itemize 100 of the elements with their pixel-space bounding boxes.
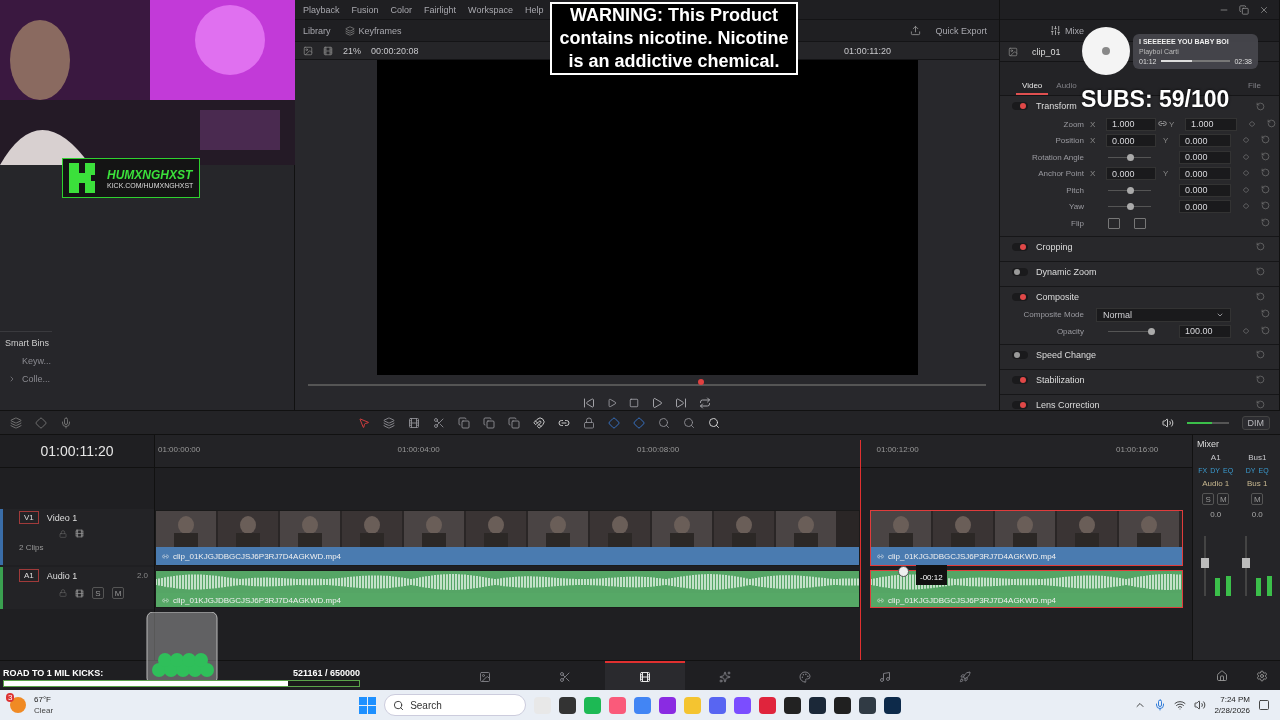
- keyframe-icon[interactable]: [1243, 186, 1249, 193]
- value-field[interactable]: 0.000: [1179, 167, 1231, 181]
- volume-icon[interactable]: [1194, 699, 1207, 711]
- lock-icon[interactable]: [583, 416, 595, 429]
- inspector-tab[interactable]: Audio: [1050, 81, 1083, 95]
- section-toggle[interactable]: [1012, 350, 1028, 359]
- start-icon[interactable]: [359, 696, 377, 714]
- keyframe-icon[interactable]: [1249, 120, 1255, 127]
- app-icon[interactable]: [834, 696, 852, 714]
- value-field[interactable]: 0.000: [1106, 134, 1156, 148]
- fairlight-page-icon[interactable]: [879, 670, 891, 683]
- value-field[interactable]: 0.000: [1179, 134, 1231, 148]
- track-toggle[interactable]: S: [92, 587, 104, 599]
- mic-icon[interactable]: [1154, 699, 1167, 711]
- reset-icon[interactable]: [1256, 242, 1265, 251]
- reset-icon[interactable]: [1256, 350, 1265, 359]
- app-icon[interactable]: [559, 696, 577, 714]
- fader-icon[interactable]: [1242, 536, 1251, 596]
- value-field[interactable]: 1.000: [1106, 117, 1156, 131]
- keyframe-icon[interactable]: [1243, 137, 1249, 144]
- reset-icon[interactable]: [1261, 309, 1270, 319]
- reset-icon[interactable]: [1261, 184, 1270, 194]
- app-icon[interactable]: [884, 696, 902, 714]
- stop-icon[interactable]: [629, 398, 639, 408]
- zoom-icon[interactable]: [708, 416, 720, 429]
- video-clip[interactable]: clip_01KJGJDBGCJSJ6P3RJ7D4AGKWD.mp4: [155, 510, 860, 566]
- app-icon[interactable]: [784, 696, 802, 714]
- volume-icon[interactable]: [1161, 416, 1174, 429]
- reset-icon[interactable]: [1267, 118, 1276, 128]
- value-field[interactable]: 0.000: [1179, 150, 1231, 164]
- snap-icon[interactable]: [533, 416, 545, 429]
- zoom-icon[interactable]: [683, 416, 695, 429]
- reset-icon[interactable]: [1256, 292, 1265, 301]
- menu-item[interactable]: Fusion: [351, 4, 379, 15]
- loop-icon[interactable]: [699, 397, 711, 409]
- value-field[interactable]: 0.000: [1179, 200, 1231, 214]
- library-tab[interactable]: Library: [303, 25, 331, 36]
- track-badge[interactable]: A1: [19, 569, 39, 582]
- reset-icon[interactable]: [1256, 101, 1265, 111]
- inspector-tab[interactable]: File: [1242, 81, 1267, 95]
- menu-item[interactable]: Color: [390, 4, 413, 15]
- track-badge[interactable]: V1: [19, 511, 39, 524]
- cut-page-icon[interactable]: [559, 670, 571, 683]
- channel-toggle[interactable]: M: [1251, 493, 1264, 505]
- keyframe-icon[interactable]: [1243, 170, 1249, 177]
- notification-icon[interactable]: [1258, 699, 1270, 711]
- value-field[interactable]: 100.00: [1179, 324, 1231, 338]
- keyframe-icon[interactable]: [1243, 203, 1249, 210]
- export-icon[interactable]: [910, 25, 922, 36]
- film-icon[interactable]: [323, 45, 333, 56]
- slider-thumb[interactable]: [1126, 203, 1134, 211]
- value-field[interactable]: 1.000: [1185, 117, 1237, 131]
- channel-toggle[interactable]: S: [1202, 493, 1215, 505]
- home-icon[interactable]: [1216, 669, 1228, 682]
- image-icon[interactable]: [1008, 46, 1018, 57]
- value-field[interactable]: 0.000: [1179, 183, 1231, 197]
- app-icon[interactable]: [809, 696, 827, 714]
- value-field[interactable]: 0.000: [1106, 167, 1156, 181]
- reset-icon[interactable]: [1261, 325, 1270, 335]
- reset-icon[interactable]: [1256, 400, 1265, 409]
- mic-icon[interactable]: [60, 416, 72, 429]
- zoom-dropdown[interactable]: 21%: [343, 45, 361, 56]
- menu-item[interactable]: Fairlight: [424, 4, 457, 15]
- reset-icon[interactable]: [1256, 267, 1265, 276]
- channel-toggle[interactable]: M: [1217, 493, 1230, 505]
- fusion-page-icon[interactable]: [719, 670, 731, 683]
- volume-slider[interactable]: [1186, 421, 1229, 424]
- wifi-icon[interactable]: [1174, 699, 1187, 711]
- reset-icon[interactable]: [1261, 168, 1270, 178]
- menu-item[interactable]: Help: [524, 4, 544, 15]
- keyframes-tab[interactable]: Keyframes: [358, 25, 402, 36]
- slider-thumb[interactable]: [1148, 327, 1155, 335]
- reset-icon[interactable]: [1256, 375, 1265, 384]
- close-icon[interactable]: [1259, 4, 1269, 15]
- track-toggle[interactable]: M: [112, 587, 124, 599]
- fader-icon[interactable]: [1200, 536, 1209, 596]
- zoom-icon[interactable]: [658, 416, 670, 429]
- mixer-button[interactable]: Mixe: [1065, 25, 1084, 36]
- slider-thumb[interactable]: [1126, 186, 1134, 194]
- quick-export-button[interactable]: Quick Export: [935, 25, 987, 36]
- razor-icon[interactable]: [433, 416, 445, 429]
- section-toggle[interactable]: [1012, 242, 1028, 251]
- keyframe-icon[interactable]: [1243, 153, 1249, 160]
- maximize-icon[interactable]: [1239, 4, 1249, 15]
- section-toggle[interactable]: [1012, 102, 1028, 110]
- page-button[interactable]: [605, 661, 685, 690]
- mixer-icon[interactable]: [1050, 25, 1061, 36]
- video-clip[interactable]: clip_01KJGJDBGCJSJ6P3RJ7D4AGKWD.mp4: [870, 510, 1183, 566]
- inspector-tab[interactable]: Video: [1016, 81, 1049, 95]
- reset-icon[interactable]: [1261, 217, 1270, 227]
- deliver-page-icon[interactable]: [959, 670, 971, 683]
- section-toggle[interactable]: [1012, 267, 1028, 276]
- section-toggle[interactable]: [1012, 375, 1028, 384]
- dim-button[interactable]: DIM: [1241, 415, 1270, 430]
- menu-item[interactable]: Workspace: [468, 4, 513, 15]
- flip-horizontal-button[interactable]: [1108, 217, 1120, 229]
- image-icon[interactable]: [303, 45, 313, 56]
- reset-icon[interactable]: [1261, 135, 1270, 145]
- keyframe-icon[interactable]: [1243, 327, 1249, 334]
- play-icon[interactable]: [651, 397, 663, 409]
